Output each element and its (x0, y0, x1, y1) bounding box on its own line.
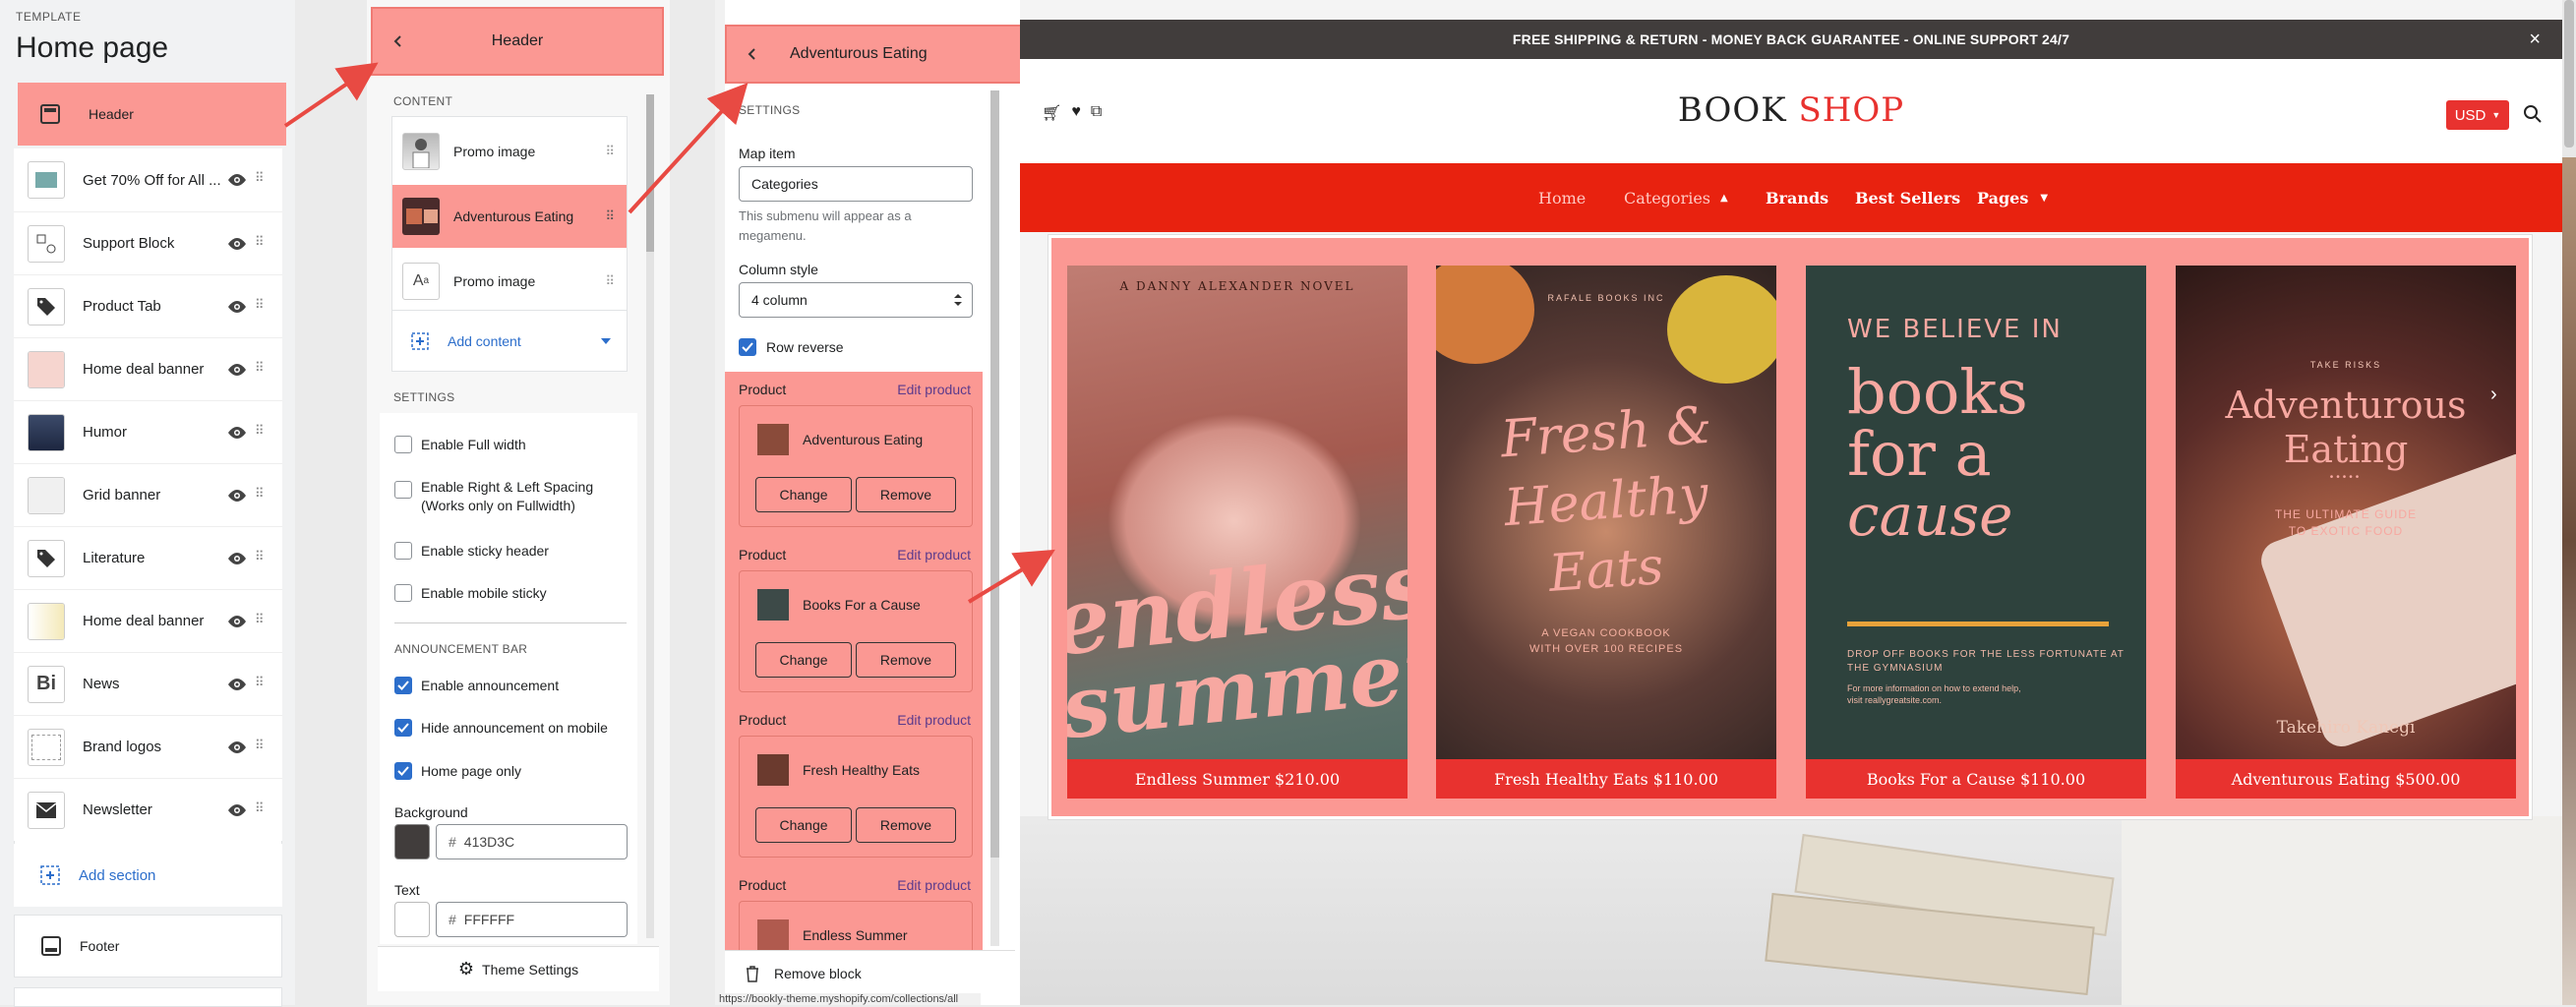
arrow-preview (967, 549, 1055, 604)
arrow-header (283, 62, 379, 128)
annotation-arrows (283, 62, 1055, 604)
arrow-adventurous (628, 83, 749, 214)
